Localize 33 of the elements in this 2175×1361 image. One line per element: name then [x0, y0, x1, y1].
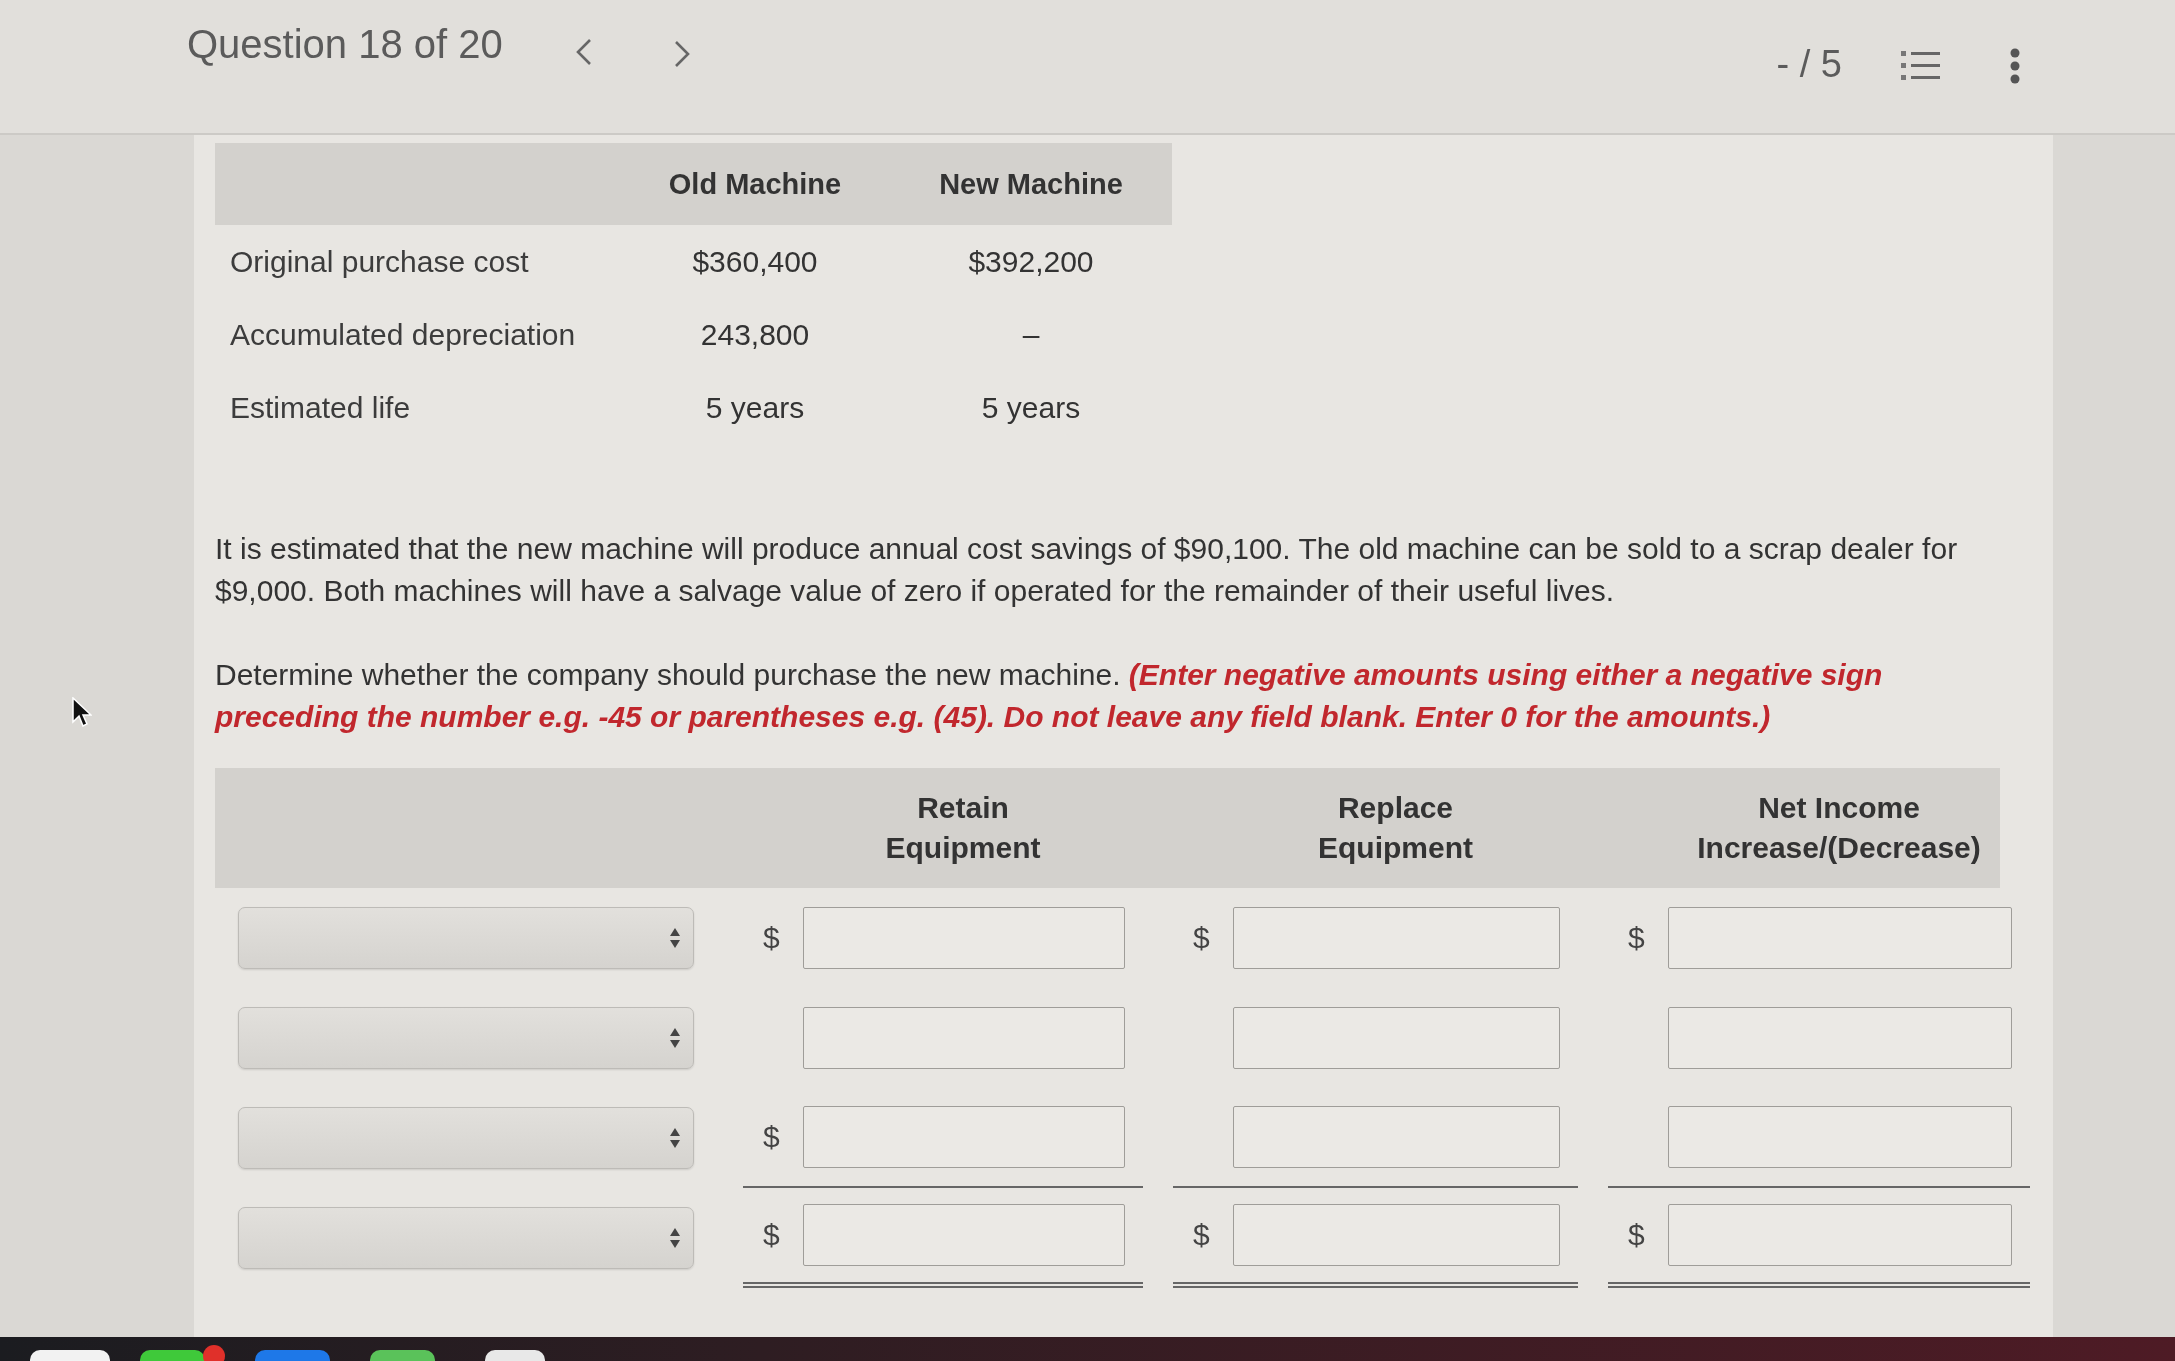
chevron-left-icon [574, 38, 593, 66]
table-cell: $392,200 [968, 244, 1094, 278]
currency-sign: $ [1628, 921, 1646, 955]
row-label: Original purchase cost [229, 244, 529, 278]
currency-sign: $ [763, 921, 781, 955]
currency-sign: $ [763, 1218, 781, 1252]
column-header: Retain Equipment [885, 790, 1041, 866]
row-label: Estimated life [229, 390, 411, 424]
question-text: Determine whether the company should purchase the new machine. (Enter negative amounts using either a negative sign preceding the number e.g. -45 or parentheses e.g. (45). Do not leave any field blank. Enter 0 for the amounts.) [215, 657, 1884, 735]
more-button[interactable] [2010, 48, 2020, 84]
row-label: Accumulated depreciation [229, 317, 576, 351]
chevron-right-icon [672, 40, 691, 68]
table-cell: 5 years [705, 390, 805, 424]
more-vertical-icon [2010, 48, 2020, 84]
currency-sign: $ [1193, 1218, 1211, 1252]
question-title: Question 18 of 20 [187, 22, 503, 67]
table-cell: 243,800 [700, 317, 810, 351]
table-cell: $360,400 [692, 244, 818, 278]
column-header: Net Income Increase/(Decrease) [1697, 790, 1981, 866]
next-button[interactable] [672, 40, 691, 68]
column-header: New Machine [939, 167, 1123, 200]
score-text: - / 5 [1776, 43, 1842, 86]
notification-badge-icon [203, 1345, 225, 1361]
table-cell: 5 years [981, 390, 1081, 424]
table-cell: – [1022, 317, 1040, 351]
currency-sign: $ [1193, 921, 1211, 955]
currency-sign: $ [1628, 1218, 1646, 1252]
currency-sign: $ [763, 1120, 781, 1154]
column-header: Old Machine [668, 167, 842, 200]
cursor-icon [72, 697, 92, 727]
previous-button[interactable] [574, 38, 593, 66]
question-text: It is estimated that the new machine will produce annual cost savings of $90,100. The old machine can be sold to a scrap dealer for $9,000. Both machines will have a salvage value of zero if operated for the remainder of their useful lives. [215, 531, 1959, 609]
column-header: Replace Equipment [1318, 790, 1473, 866]
